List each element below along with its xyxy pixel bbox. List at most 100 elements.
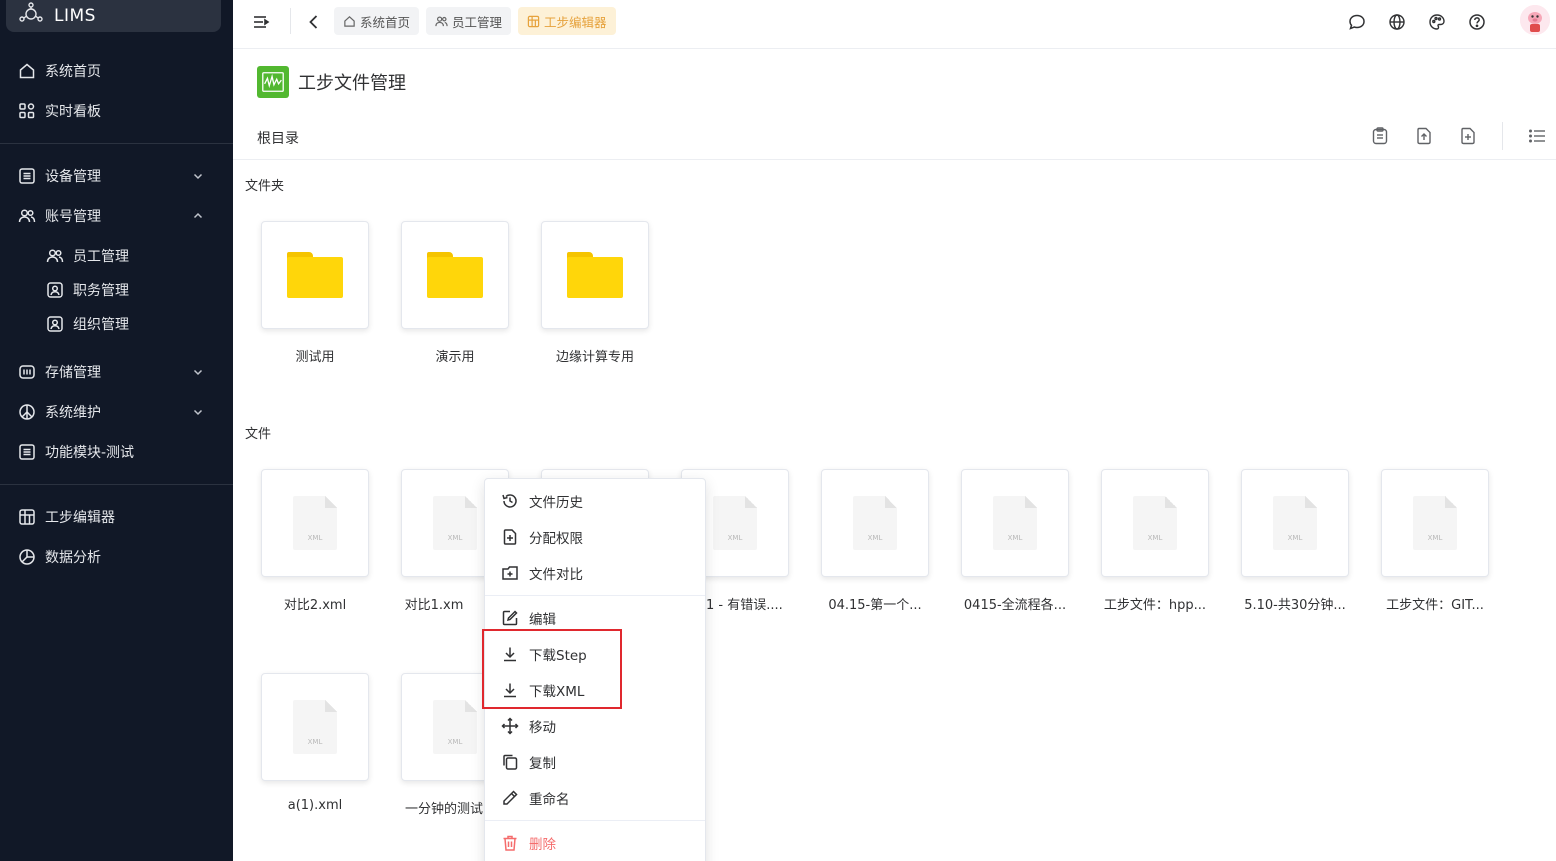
id-card-icon: [46, 281, 64, 299]
file-card[interactable]: XML: [821, 469, 929, 577]
sidebar-item-home[interactable]: 系统首页: [0, 53, 233, 89]
breadcrumb-root[interactable]: 根目录: [257, 128, 299, 148]
sidebar-item-label: 职务管理: [73, 283, 129, 299]
device-icon: [18, 167, 36, 185]
tab-home[interactable]: 系统首页: [334, 7, 420, 35]
move-icon: [501, 717, 519, 735]
folder-card[interactable]: [401, 221, 509, 329]
new-file-button[interactable]: [1458, 126, 1478, 146]
tab-staff[interactable]: 员工管理: [426, 7, 512, 35]
folders-section-title: 文件夹: [245, 179, 285, 194]
upload-file-button[interactable]: [1414, 126, 1434, 146]
sidebar-item-devices[interactable]: 设备管理: [0, 158, 233, 194]
theme-button[interactable]: [1427, 12, 1447, 32]
sidebar-item-label: 组织管理: [73, 317, 129, 333]
xml-file-icon: XML: [433, 700, 477, 754]
menu-item-label: 分配权限: [529, 531, 583, 547]
peace-icon: [18, 403, 36, 421]
message-button[interactable]: [1347, 12, 1367, 32]
user-avatar[interactable]: [1520, 5, 1550, 35]
sidebar-item-label: 系统首页: [45, 64, 101, 80]
menu-item-file-history[interactable]: 文件历史: [485, 485, 705, 517]
file-name: 工步文件：GIT...: [1386, 598, 1484, 613]
menu-item-assign-permission[interactable]: 分配权限: [485, 521, 705, 553]
folder-card[interactable]: [261, 221, 369, 329]
chevron-left-icon: [309, 15, 318, 29]
file-card[interactable]: XML: [1101, 469, 1209, 577]
menu-item-download-xml[interactable]: 下载XML: [485, 674, 705, 706]
sidebar-item-organization[interactable]: 组织管理: [0, 306, 233, 342]
xml-file-icon: XML: [713, 496, 757, 550]
file-card[interactable]: XML: [1241, 469, 1349, 577]
compare-icon: [502, 566, 518, 580]
sidebar-item-data-analysis[interactable]: 数据分析: [0, 539, 233, 575]
file-name: 工步文件：hpp...: [1103, 598, 1207, 613]
file-card[interactable]: XML: [961, 469, 1069, 577]
collapse-menu-button[interactable]: [251, 12, 271, 32]
menu-divider: [485, 595, 705, 596]
sidebar-item-label: 存储管理: [45, 365, 101, 381]
sidebar-item-dashboard[interactable]: 实时看板: [0, 93, 233, 129]
storage-icon: [18, 363, 36, 381]
xml-file-icon: XML: [993, 496, 1037, 550]
folder-name: 测试用: [295, 350, 335, 365]
copy-icon: [503, 754, 518, 770]
sidebar-item-label: 实时看板: [45, 104, 101, 120]
sidebar-item-positions[interactable]: 职务管理: [0, 272, 233, 308]
file-upload-icon: [1417, 127, 1431, 145]
help-button[interactable]: [1467, 12, 1487, 32]
menu-item-move[interactable]: 移动: [485, 710, 705, 742]
topbar-divider: [290, 8, 291, 34]
sidebar-item-maintenance[interactable]: 系统维护: [0, 394, 233, 430]
clipboard-button[interactable]: [1370, 126, 1390, 146]
file-name: 5.10-共30分钟...: [1244, 598, 1346, 613]
folder-card[interactable]: [541, 221, 649, 329]
sidebar-item-step-editor[interactable]: 工步编辑器: [0, 499, 233, 535]
file-card[interactable]: XML: [261, 673, 369, 781]
back-button[interactable]: [304, 12, 324, 32]
chat-icon: [1349, 14, 1365, 30]
tab-label: 系统首页: [360, 14, 411, 30]
file-name: 04.15-第一个...: [828, 598, 922, 613]
logo-icon: [18, 1, 44, 31]
file-card[interactable]: XML: [1381, 469, 1489, 577]
menu-item-label: 下载XML: [529, 684, 585, 700]
sidebar-item-module-test[interactable]: 功能模块-测试: [0, 434, 233, 470]
permission-icon: [503, 529, 517, 545]
folder-icon: [287, 252, 343, 298]
grid-icon: [18, 508, 36, 526]
file-add-icon: [1461, 127, 1475, 145]
menu-item-edit[interactable]: 编辑: [485, 602, 705, 634]
chevron-down-icon: [193, 173, 203, 180]
home-icon: [18, 62, 36, 80]
sidebar-item-accounts[interactable]: 账号管理: [0, 198, 233, 234]
language-button[interactable]: [1387, 12, 1407, 32]
tab-label: 员工管理: [452, 14, 503, 30]
sidebar-item-storage[interactable]: 存储管理: [0, 354, 233, 390]
tab-step-editor[interactable]: 工步编辑器: [518, 7, 616, 35]
menu-item-label: 重命名: [529, 792, 570, 808]
files-section-title: 文件: [245, 427, 272, 442]
menu-item-delete[interactable]: 删除: [485, 827, 705, 859]
edit-icon: [502, 610, 518, 626]
id-card-icon: [46, 315, 64, 333]
menu-item-download-step[interactable]: 下载Step: [485, 638, 705, 670]
sidebar-item-staff[interactable]: 员工管理: [0, 238, 233, 274]
app-logo[interactable]: LIMS: [6, 0, 221, 32]
xml-file-icon: XML: [1413, 496, 1457, 550]
xml-file-icon: XML: [293, 496, 337, 550]
menu-item-file-compare[interactable]: 文件对比: [485, 557, 705, 589]
xml-file-icon: XML: [1133, 496, 1177, 550]
sidebar-divider: [0, 143, 233, 144]
menu-item-copy[interactable]: 复制: [485, 746, 705, 778]
file-card[interactable]: XML: [261, 469, 369, 577]
file-name: 0415-全流程各...: [963, 598, 1067, 613]
list-view-button[interactable]: [1527, 126, 1547, 146]
menu-item-rename[interactable]: 重命名: [485, 782, 705, 814]
xml-file-icon: XML: [1273, 496, 1317, 550]
menu-fold-icon: [254, 16, 270, 28]
tab-label: 工步编辑器: [544, 14, 607, 30]
menu-item-label: 文件历史: [529, 495, 583, 511]
pie-chart-icon: [18, 548, 36, 566]
home-icon: [344, 15, 355, 27]
